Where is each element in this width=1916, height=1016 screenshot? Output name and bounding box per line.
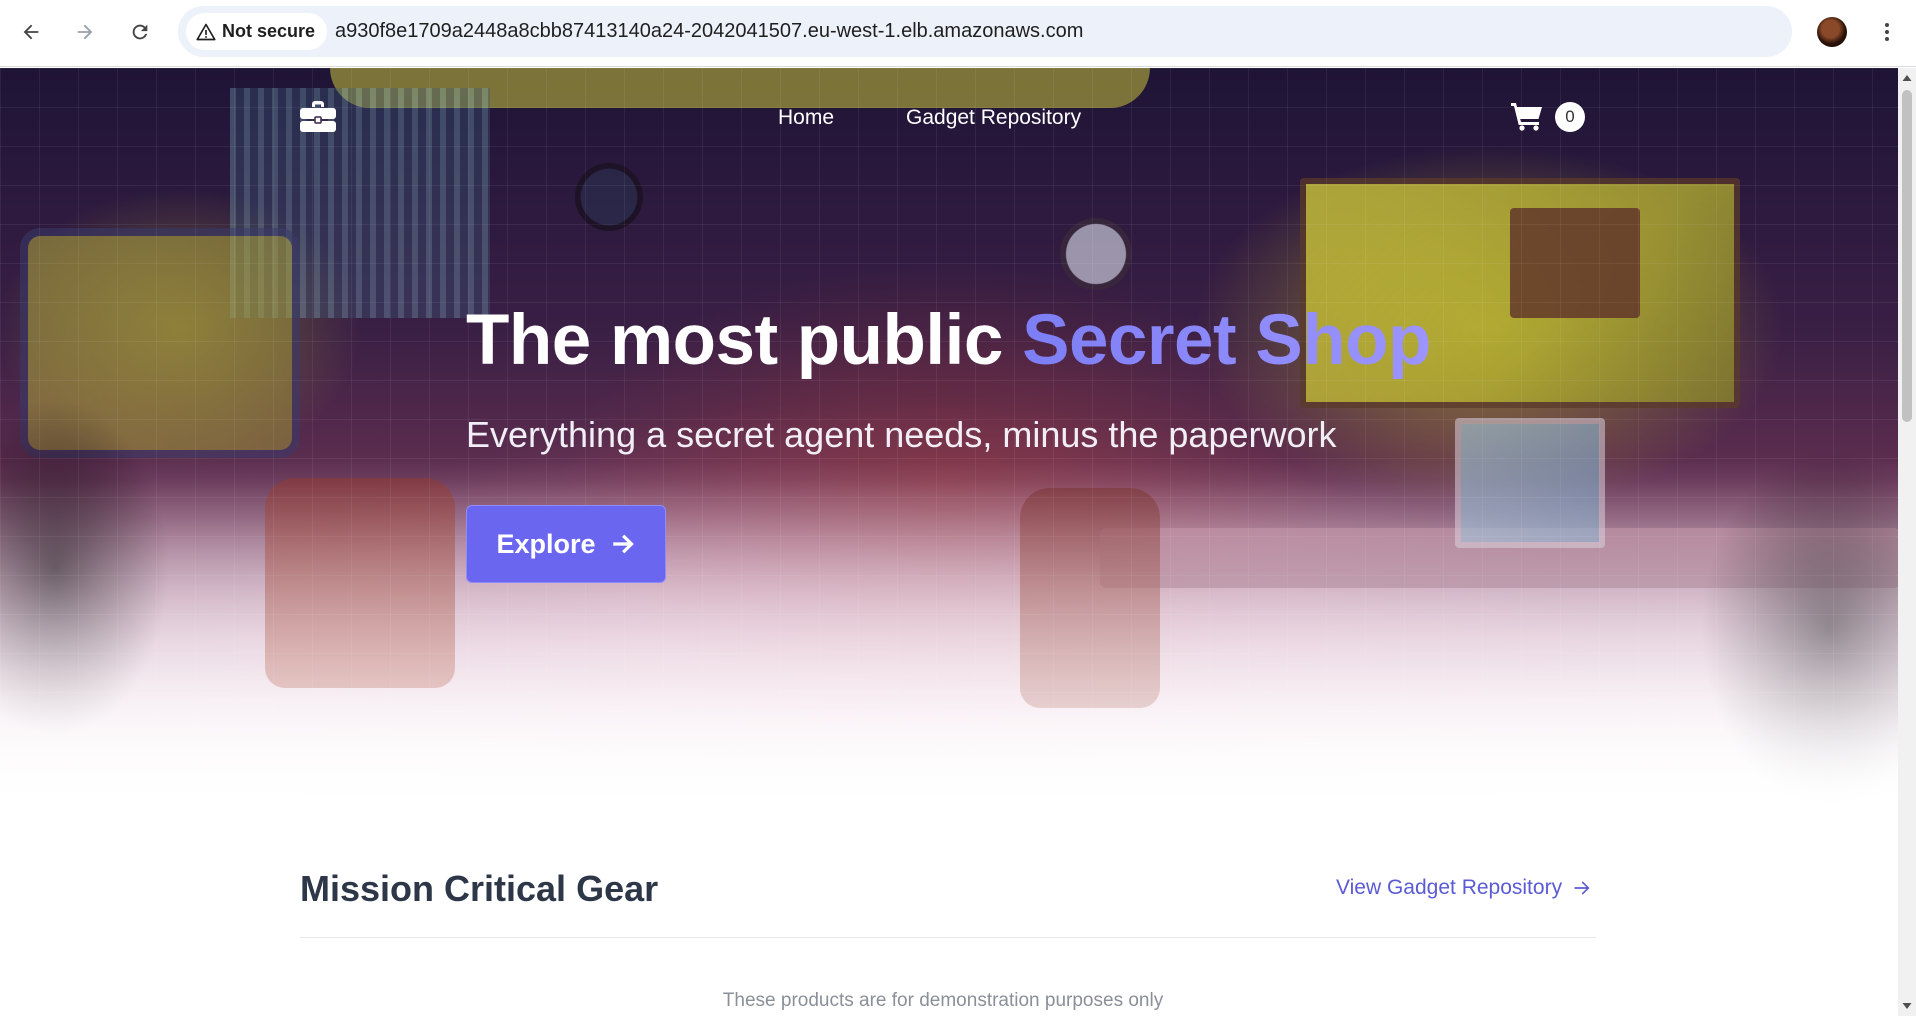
security-indicator[interactable]: Not secure <box>186 13 328 50</box>
forward-arrow-icon <box>77 24 93 40</box>
cart-button[interactable] <box>1510 100 1544 132</box>
hero-title-prefix: The most public <box>466 301 1023 380</box>
browser-toolbar: Not secure a930f8e1709a2448a8cbb87413140… <box>0 0 1916 67</box>
cart-count-badge: 0 <box>1555 102 1585 132</box>
address-bar[interactable]: Not secure a930f8e1709a2448a8cbb87413140… <box>178 6 1792 57</box>
arrow-right-icon <box>1574 881 1590 895</box>
back-button[interactable] <box>12 13 50 51</box>
url-text[interactable]: a930f8e1709a2448a8cbb87413140a24-2042041… <box>335 6 1083 57</box>
hero-title-accent: Secret Shop <box>1022 301 1431 380</box>
hero-section: Home Gadget Repository 0 The most public… <box>0 68 1898 818</box>
page-viewport: Home Gadget Repository 0 The most public… <box>0 68 1916 1016</box>
hero-subtitle: Everything a secret agent needs, minus t… <box>466 414 1337 455</box>
forward-button[interactable] <box>66 13 104 51</box>
section-divider <box>300 937 1596 938</box>
nav-link-gadget-repository[interactable]: Gadget Repository <box>906 106 1081 130</box>
site-logo[interactable] <box>298 98 338 134</box>
triangle-up-icon <box>1902 75 1912 81</box>
arrow-right-icon <box>612 534 634 554</box>
section-title: Mission Critical Gear <box>300 868 659 909</box>
reload-button[interactable] <box>121 13 159 51</box>
profile-avatar[interactable] <box>1817 17 1847 47</box>
scroll-down-button[interactable] <box>1901 1000 1913 1012</box>
demo-disclaimer: These products are for demonstration pur… <box>0 990 1898 1012</box>
scroll-up-button[interactable] <box>1901 72 1913 84</box>
kebab-menu-icon <box>1885 23 1889 41</box>
triangle-down-icon <box>1902 1003 1912 1009</box>
explore-button[interactable]: Explore <box>466 505 666 583</box>
explore-button-label: Explore <box>496 528 596 559</box>
page-scrollbar[interactable] <box>1898 68 1916 1016</box>
browser-menu-button[interactable] <box>1872 17 1902 47</box>
briefcase-icon <box>300 101 336 132</box>
warning-icon <box>196 23 216 40</box>
view-gadget-repository-label: View Gadget Repository <box>1336 876 1563 899</box>
security-label: Not secure <box>222 21 316 41</box>
back-arrow-icon <box>23 24 39 40</box>
shopping-cart-icon <box>1511 103 1542 131</box>
demo-disclaimer-text: These products are for demonstration pur… <box>722 990 1164 1011</box>
reload-icon <box>132 24 148 40</box>
hero-title: The most public Secret Shop <box>466 300 1431 381</box>
nav-link-home[interactable]: Home <box>778 106 834 130</box>
scrollbar-thumb[interactable] <box>1902 90 1912 422</box>
view-gadget-repository-link[interactable]: View Gadget Repository <box>1336 876 1592 900</box>
